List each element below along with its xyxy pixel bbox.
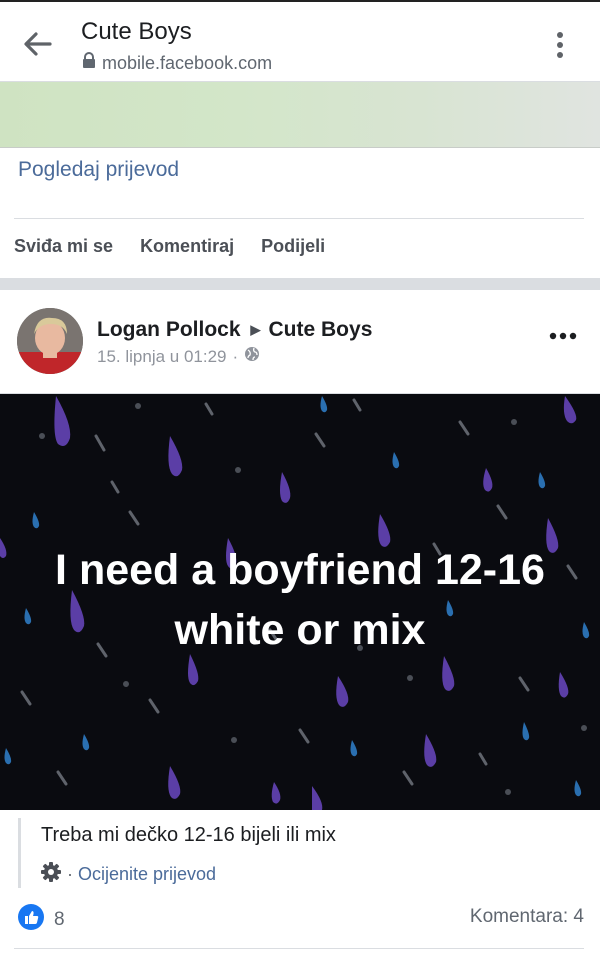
- group-name[interactable]: Cute Boys: [269, 318, 373, 342]
- translated-text: Treba mi dečko 12-16 bijeli ili mix: [41, 824, 336, 846]
- author-name[interactable]: Logan Pollock: [97, 318, 241, 342]
- previous-post-image: [0, 82, 600, 148]
- url-row[interactable]: mobile.facebook.com: [82, 52, 272, 74]
- rate-translation-row[interactable]: · Ocijenite prijevod: [41, 862, 216, 887]
- comment-button[interactable]: Komentiraj: [140, 236, 234, 257]
- divider: [14, 218, 584, 219]
- see-translation-link[interactable]: Pogledaj prijevod: [18, 158, 179, 182]
- rate-translation-link[interactable]: Ocijenite prijevod: [78, 864, 216, 885]
- like-count: 8: [54, 909, 65, 930]
- avatar[interactable]: [17, 308, 83, 374]
- share-button[interactable]: Podijeli: [261, 236, 325, 257]
- page-title: Cute Boys: [81, 18, 192, 45]
- divider: [14, 948, 584, 949]
- like-button[interactable]: Sviđa mi se: [14, 236, 113, 257]
- post-actions: Sviđa mi se Komentiraj Podijeli: [14, 236, 352, 257]
- translation-block: Treba mi dečko 12-16 bijeli ili mix · Oc…: [18, 818, 588, 888]
- like-icon: [18, 904, 44, 936]
- back-arrow-icon[interactable]: [18, 26, 58, 62]
- post-options-icon[interactable]: [548, 326, 578, 346]
- comment-count-link[interactable]: Komentara: 4: [470, 906, 584, 928]
- reaction-summary[interactable]: 8: [18, 904, 65, 936]
- post-author-row: Logan Pollock ▶ Cute Boys: [97, 318, 372, 342]
- url-text: mobile.facebook.com: [102, 52, 273, 73]
- post-image-text: I need a boyfriend 12-16 white or mix: [55, 546, 545, 654]
- lock-icon: [82, 52, 96, 74]
- meta-separator: ·: [232, 346, 239, 366]
- post-timestamp[interactable]: 15. lipnja u 01:29: [97, 347, 227, 367]
- post-image[interactable]: I need a boyfriend 12-16 white or mix: [0, 394, 600, 810]
- post-meta: 15. lipnja u 01:29 ·: [97, 346, 260, 367]
- caret-right-icon: ▶: [250, 322, 261, 337]
- feed-separator: [0, 278, 600, 290]
- browser-menu-icon[interactable]: [548, 28, 572, 62]
- browser-toolbar: Cute Boys mobile.facebook.com: [0, 0, 600, 82]
- gear-icon: [41, 862, 61, 887]
- separator-dot: ·: [67, 864, 73, 884]
- globe-icon: [244, 346, 260, 367]
